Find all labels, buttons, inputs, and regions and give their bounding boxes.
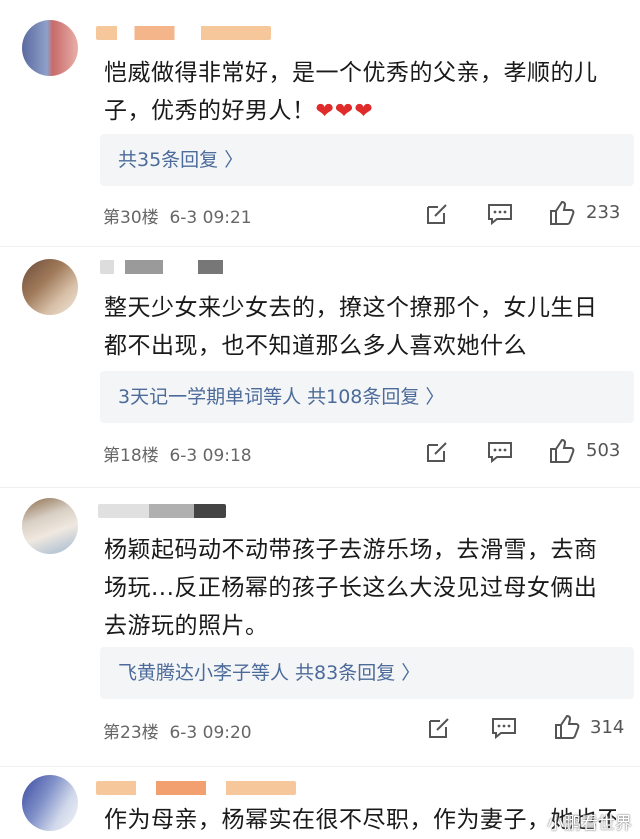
comment-text: 整天少女来少女去的，撩这个撩那个，女儿生日都不出现，也不知道那么多人喜欢她什么: [104, 295, 598, 359]
comment-meta: 第30楼 6-3 09:21: [103, 208, 252, 228]
avatar[interactable]: [22, 775, 78, 831]
comment-meta: 第18楼 6-3 09:18: [103, 446, 252, 466]
replies-link[interactable]: 飞黄腾达小李子等人 共83条回复 〉: [100, 647, 634, 699]
comment-icon[interactable]: [487, 440, 513, 464]
like-icon[interactable]: [548, 437, 576, 465]
comment-icon[interactable]: [491, 716, 517, 740]
username-blurred[interactable]: [96, 781, 296, 795]
comment-meta: 第23楼 6-3 09:20: [103, 723, 252, 743]
comment-3: 杨颖起码动不动带孩子去游乐场，去滑雪，去商场玩...反正杨幂的孩子长这么大没见过…: [0, 488, 640, 766]
avatar[interactable]: [22, 498, 78, 554]
comment-text: 杨颖起码动不动带孩子去游乐场，去滑雪，去商场玩...反正杨幂的孩子长这么大没见过…: [104, 537, 598, 639]
avatar[interactable]: [22, 259, 78, 315]
like-count: 314: [590, 717, 625, 738]
like-count: 233: [586, 202, 621, 223]
share-icon[interactable]: [427, 716, 451, 740]
username-blurred[interactable]: [100, 260, 240, 274]
replies-link[interactable]: 共35条回复 〉: [100, 134, 634, 186]
comment-2: 整天少女来少女去的，撩这个撩那个，女儿生日都不出现，也不知道那么多人喜欢她什么 …: [0, 247, 640, 487]
comment-text: 作为母亲，杨幂实在很不尽职，作为妻子，她也不: [104, 807, 616, 833]
share-icon[interactable]: [425, 440, 449, 464]
like-count: 503: [586, 440, 621, 461]
username-blurred[interactable]: [96, 26, 271, 40]
watermark: 小鹏看世界: [547, 814, 632, 834]
comment-text: 恺威做得非常好，是一个优秀的父亲，孝顺的儿子，优秀的好男人！❤❤❤: [104, 60, 598, 124]
username-blurred[interactable]: [98, 504, 226, 518]
replies-link[interactable]: 3天记一学期单词等人 共108条回复 〉: [100, 371, 634, 423]
comment-icon[interactable]: [487, 202, 513, 226]
avatar[interactable]: [22, 20, 78, 76]
like-icon[interactable]: [548, 199, 576, 227]
comment-4: 作为母亲，杨幂实在很不尽职，作为妻子，她也不: [0, 767, 640, 836]
share-icon[interactable]: [425, 202, 449, 226]
like-icon[interactable]: [553, 713, 581, 741]
comment-1: 恺威做得非常好，是一个优秀的父亲，孝顺的儿子，优秀的好男人！❤❤❤ 共35条回复…: [0, 0, 640, 245]
heart-emoji-icon: ❤❤❤: [315, 99, 374, 124]
